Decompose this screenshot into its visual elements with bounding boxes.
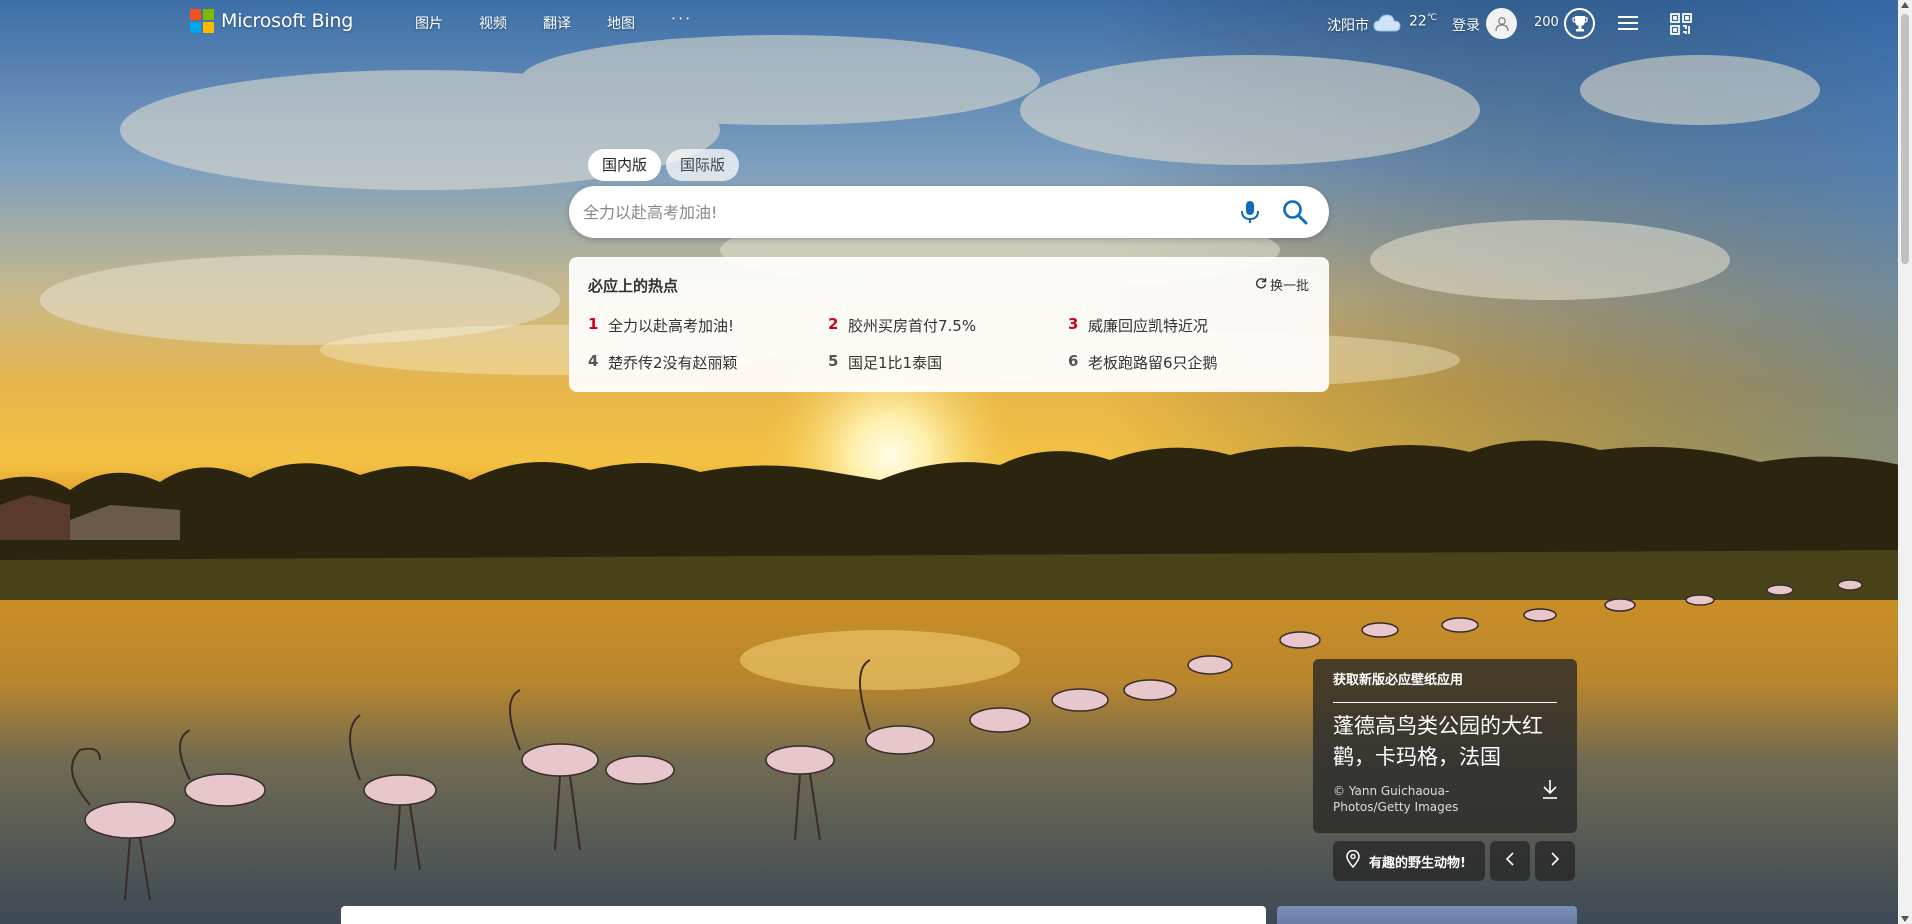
next-image-button[interactable] [1535,841,1575,881]
image-info-card: 获取新版必应壁纸应用 蓬德高鸟类公园的大红鹳，卡玛格，法国 © Yann Gui… [1313,659,1577,833]
nav-translate[interactable]: 翻译 [543,13,571,33]
weather-temperature[interactable]: 22℃ [1409,13,1437,30]
trending-rank: 2 [828,315,839,333]
chevron-left-icon [1505,851,1515,871]
trending-text: 全力以赴高考加油! [608,317,735,335]
bing-logo[interactable]: Microsoft Bing [190,9,353,33]
divider [1333,702,1557,703]
scroll-up-arrow[interactable] [1901,2,1909,8]
scroll-thumb[interactable] [1901,14,1909,264]
nav-more-button[interactable]: ··· [671,9,692,33]
vertical-scrollbar[interactable] [1898,0,1912,924]
trending-rank: 3 [1068,315,1079,333]
qr-code-icon[interactable] [1670,13,1692,39]
feed-panel [341,906,1266,924]
image-title[interactable]: 蓬德高鸟类公园的大红鹳，卡玛格，法国 [1333,711,1563,773]
scroll-down-arrow[interactable] [1901,916,1909,922]
refresh-button[interactable]: 换一批 [1255,275,1309,294]
trending-text: 老板跑路留6只企鹅 [1088,354,1218,372]
trophy-icon[interactable] [1564,8,1595,39]
rewards-points[interactable]: 200 [1534,15,1559,30]
trending-panel: 必应上的热点 换一批 1 全力以赴高考加油! 2 胶州买房首付7.5% 3 威廉… [569,257,1329,392]
refresh-icon [1255,277,1267,293]
location-pin-icon [1346,849,1360,872]
user-icon[interactable] [1486,8,1517,39]
brand-name: Microsoft Bing [221,10,354,32]
microphone-icon[interactable] [1239,200,1261,228]
trending-text: 楚乔传2没有赵丽颖 [608,354,738,372]
trending-rank: 1 [588,315,599,333]
tab-domestic[interactable]: 国内版 [588,149,662,181]
hamburger-icon[interactable] [1618,14,1638,36]
image-credit: © Yann Guichaoua-Photos/Getty Images [1333,784,1459,814]
location-pill[interactable]: 有趣的野生动物! [1333,841,1485,881]
trending-rank: 5 [828,352,839,370]
nav-maps[interactable]: 地图 [607,13,635,33]
search-input[interactable] [583,186,1223,238]
cloud-icon[interactable] [1373,13,1401,37]
microsoft-logo-icon [190,9,214,33]
trending-rank: 4 [588,352,599,370]
trending-title: 必应上的热点 [588,277,679,295]
search-box [569,186,1329,238]
location-pill-label: 有趣的野生动物! [1369,855,1466,871]
chevron-right-icon [1550,851,1560,871]
trending-text: 威廉回应凯特近况 [1088,317,1209,335]
search-region-tabs: 国内版 国际版 [588,149,740,181]
signin-link[interactable]: 登录 [1452,15,1480,35]
trending-item[interactable]: 6 老板跑路留6只企鹅 [1068,352,1218,373]
trending-item[interactable]: 1 全力以赴高考加油! [588,315,734,336]
trending-item[interactable]: 3 威廉回应凯特近况 [1068,315,1208,336]
feed-side-panel [1277,906,1577,924]
background-image [0,0,1912,924]
wallpaper-app-link[interactable]: 获取新版必应壁纸应用 [1333,669,1463,688]
trending-text: 胶州买房首付7.5% [848,317,977,335]
trending-item[interactable]: 5 国足1比1泰国 [828,352,942,373]
trending-rank: 6 [1068,352,1079,370]
search-icon[interactable] [1282,199,1308,229]
top-nav: 图片 视频 翻译 地图 ··· [415,9,728,33]
trending-item[interactable]: 4 楚乔传2没有赵丽颖 [588,352,738,373]
trending-text: 国足1比1泰国 [848,354,943,372]
previous-image-button[interactable] [1490,841,1530,881]
trending-item[interactable]: 2 胶州买房首付7.5% [828,315,976,336]
weather-city[interactable]: 沈阳市 [1327,15,1369,35]
refresh-label: 换一批 [1269,279,1309,294]
download-icon[interactable] [1541,778,1559,804]
nav-images[interactable]: 图片 [415,13,443,33]
nav-videos[interactable]: 视频 [479,13,507,33]
tab-international[interactable]: 国际版 [666,149,740,181]
